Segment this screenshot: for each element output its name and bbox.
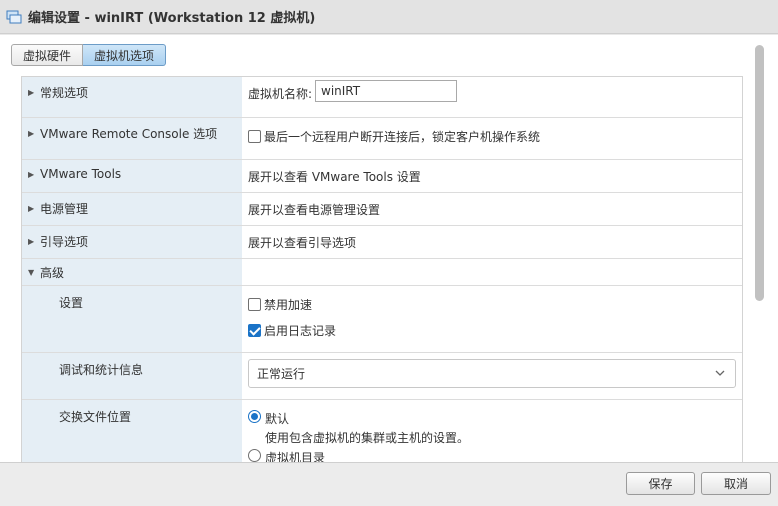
power-hint: 展开以查看电源管理设置 [248,203,381,217]
chevron-down-icon [715,370,725,376]
power-label: 电源管理 [40,202,89,216]
disable-accel-option[interactable]: 禁用加速 [248,296,312,313]
expand-general[interactable]: ▶ 常规选项 [28,84,88,101]
general-label: 常规选项 [40,86,89,100]
vm-name-input[interactable] [315,80,457,102]
expand-boot-options[interactable]: ▶ 引导选项 [28,233,88,250]
swap-vm-dir-option[interactable]: 虚拟机目录 [248,449,325,462]
tab-virtual-hardware[interactable]: 虚拟硬件 [11,44,84,66]
lock-guest-checkbox[interactable] [248,130,261,143]
row-swap-location: 交换文件位置 默认 使用包含虚拟机的集群或主机的设置。 虚拟机目录 [22,400,742,462]
debug-stats-label: 调试和统计信息 [59,363,144,377]
row-remote-console: ▶ VMware Remote Console 选项 最后一个远程用户断开连接后… [22,118,742,160]
row-boot-options: ▶ 引导选项 展开以查看引导选项 [22,226,742,259]
enable-logging-label: 启用日志记录 [264,324,337,338]
swap-default-option[interactable]: 默认 使用包含虚拟机的集群或主机的设置。 [248,410,469,446]
swap-vm-dir-label: 虚拟机目录 [265,451,326,462]
expand-remote-console[interactable]: ▶ VMware Remote Console 选项 [28,125,217,142]
swap-default-label: 默认 [265,412,290,426]
row-advanced-settings: 设置 禁用加速 启用日志记录 [22,286,742,353]
vm-name-label: 虚拟机名称: [248,87,313,101]
tools-hint: 展开以查看 VMware Tools 设置 [248,170,421,184]
swap-default-radio[interactable] [248,410,261,423]
row-debug-stats: 调试和统计信息 正常运行 [22,353,742,400]
swap-vm-dir-radio[interactable] [248,449,261,462]
tools-label: VMware Tools [40,167,122,181]
remote-console-label: VMware Remote Console 选项 [40,127,218,141]
caret-right-icon: ▶ [28,204,35,213]
expand-power-management[interactable]: ▶ 电源管理 [28,200,88,217]
dialog-content: 虚拟硬件 虚拟机选项 ▶ 常规选项 虚拟机名称: ▶ VMware Remote [0,35,778,462]
caret-right-icon: ▶ [28,88,35,97]
window-title: 编辑设置 - winIRT (Workstation 12 虚拟机) [28,11,316,26]
cancel-button[interactable]: 取消 [701,472,771,495]
caret-right-icon: ▶ [28,237,35,246]
row-vmware-tools: ▶ VMware Tools 展开以查看 VMware Tools 设置 [22,160,742,193]
vertical-scrollbar[interactable] [755,45,764,301]
tab-bar: 虚拟硬件 虚拟机选项 [11,44,167,66]
disable-accel-checkbox[interactable] [248,298,261,311]
title-bar: 编辑设置 - winIRT (Workstation 12 虚拟机) [0,0,778,34]
caret-right-icon: ▶ [28,169,35,179]
lock-guest-option[interactable]: 最后一个远程用户断开连接后，锁定客户机操作系统 [248,128,540,145]
row-power-management: ▶ 电源管理 展开以查看电源管理设置 [22,193,742,226]
caret-right-icon: ▶ [28,129,35,138]
dialog-footer: 保存 取消 [0,462,778,506]
tab-vm-options[interactable]: 虚拟机选项 [83,44,167,66]
boot-hint: 展开以查看引导选项 [248,236,357,250]
collapse-advanced[interactable]: ▼ 高级 [28,264,64,281]
expand-vmware-tools[interactable]: ▶ VMware Tools [28,167,121,181]
debug-stats-value: 正常运行 [257,367,306,381]
boot-label: 引导选项 [40,235,89,249]
enable-logging-checkbox[interactable] [248,324,261,337]
lock-guest-label: 最后一个远程用户断开连接后，锁定客户机操作系统 [264,130,541,144]
swap-location-label: 交换文件位置 [59,410,132,424]
vm-options-table: ▶ 常规选项 虚拟机名称: ▶ VMware Remote Console 选项 [21,76,743,462]
debug-stats-select[interactable]: 正常运行 [248,359,736,388]
row-general: ▶ 常规选项 虚拟机名称: [22,77,742,118]
save-button[interactable]: 保存 [626,472,695,495]
advanced-label: 高级 [40,266,65,280]
advanced-settings-label: 设置 [59,296,84,310]
swap-default-desc: 使用包含虚拟机的集群或主机的设置。 [265,431,470,445]
enable-logging-option[interactable]: 启用日志记录 [248,322,336,339]
vm-settings-icon [6,9,22,25]
disable-accel-label: 禁用加速 [264,298,313,312]
row-advanced: ▼ 高级 [22,259,742,286]
caret-down-icon: ▼ [28,268,35,277]
